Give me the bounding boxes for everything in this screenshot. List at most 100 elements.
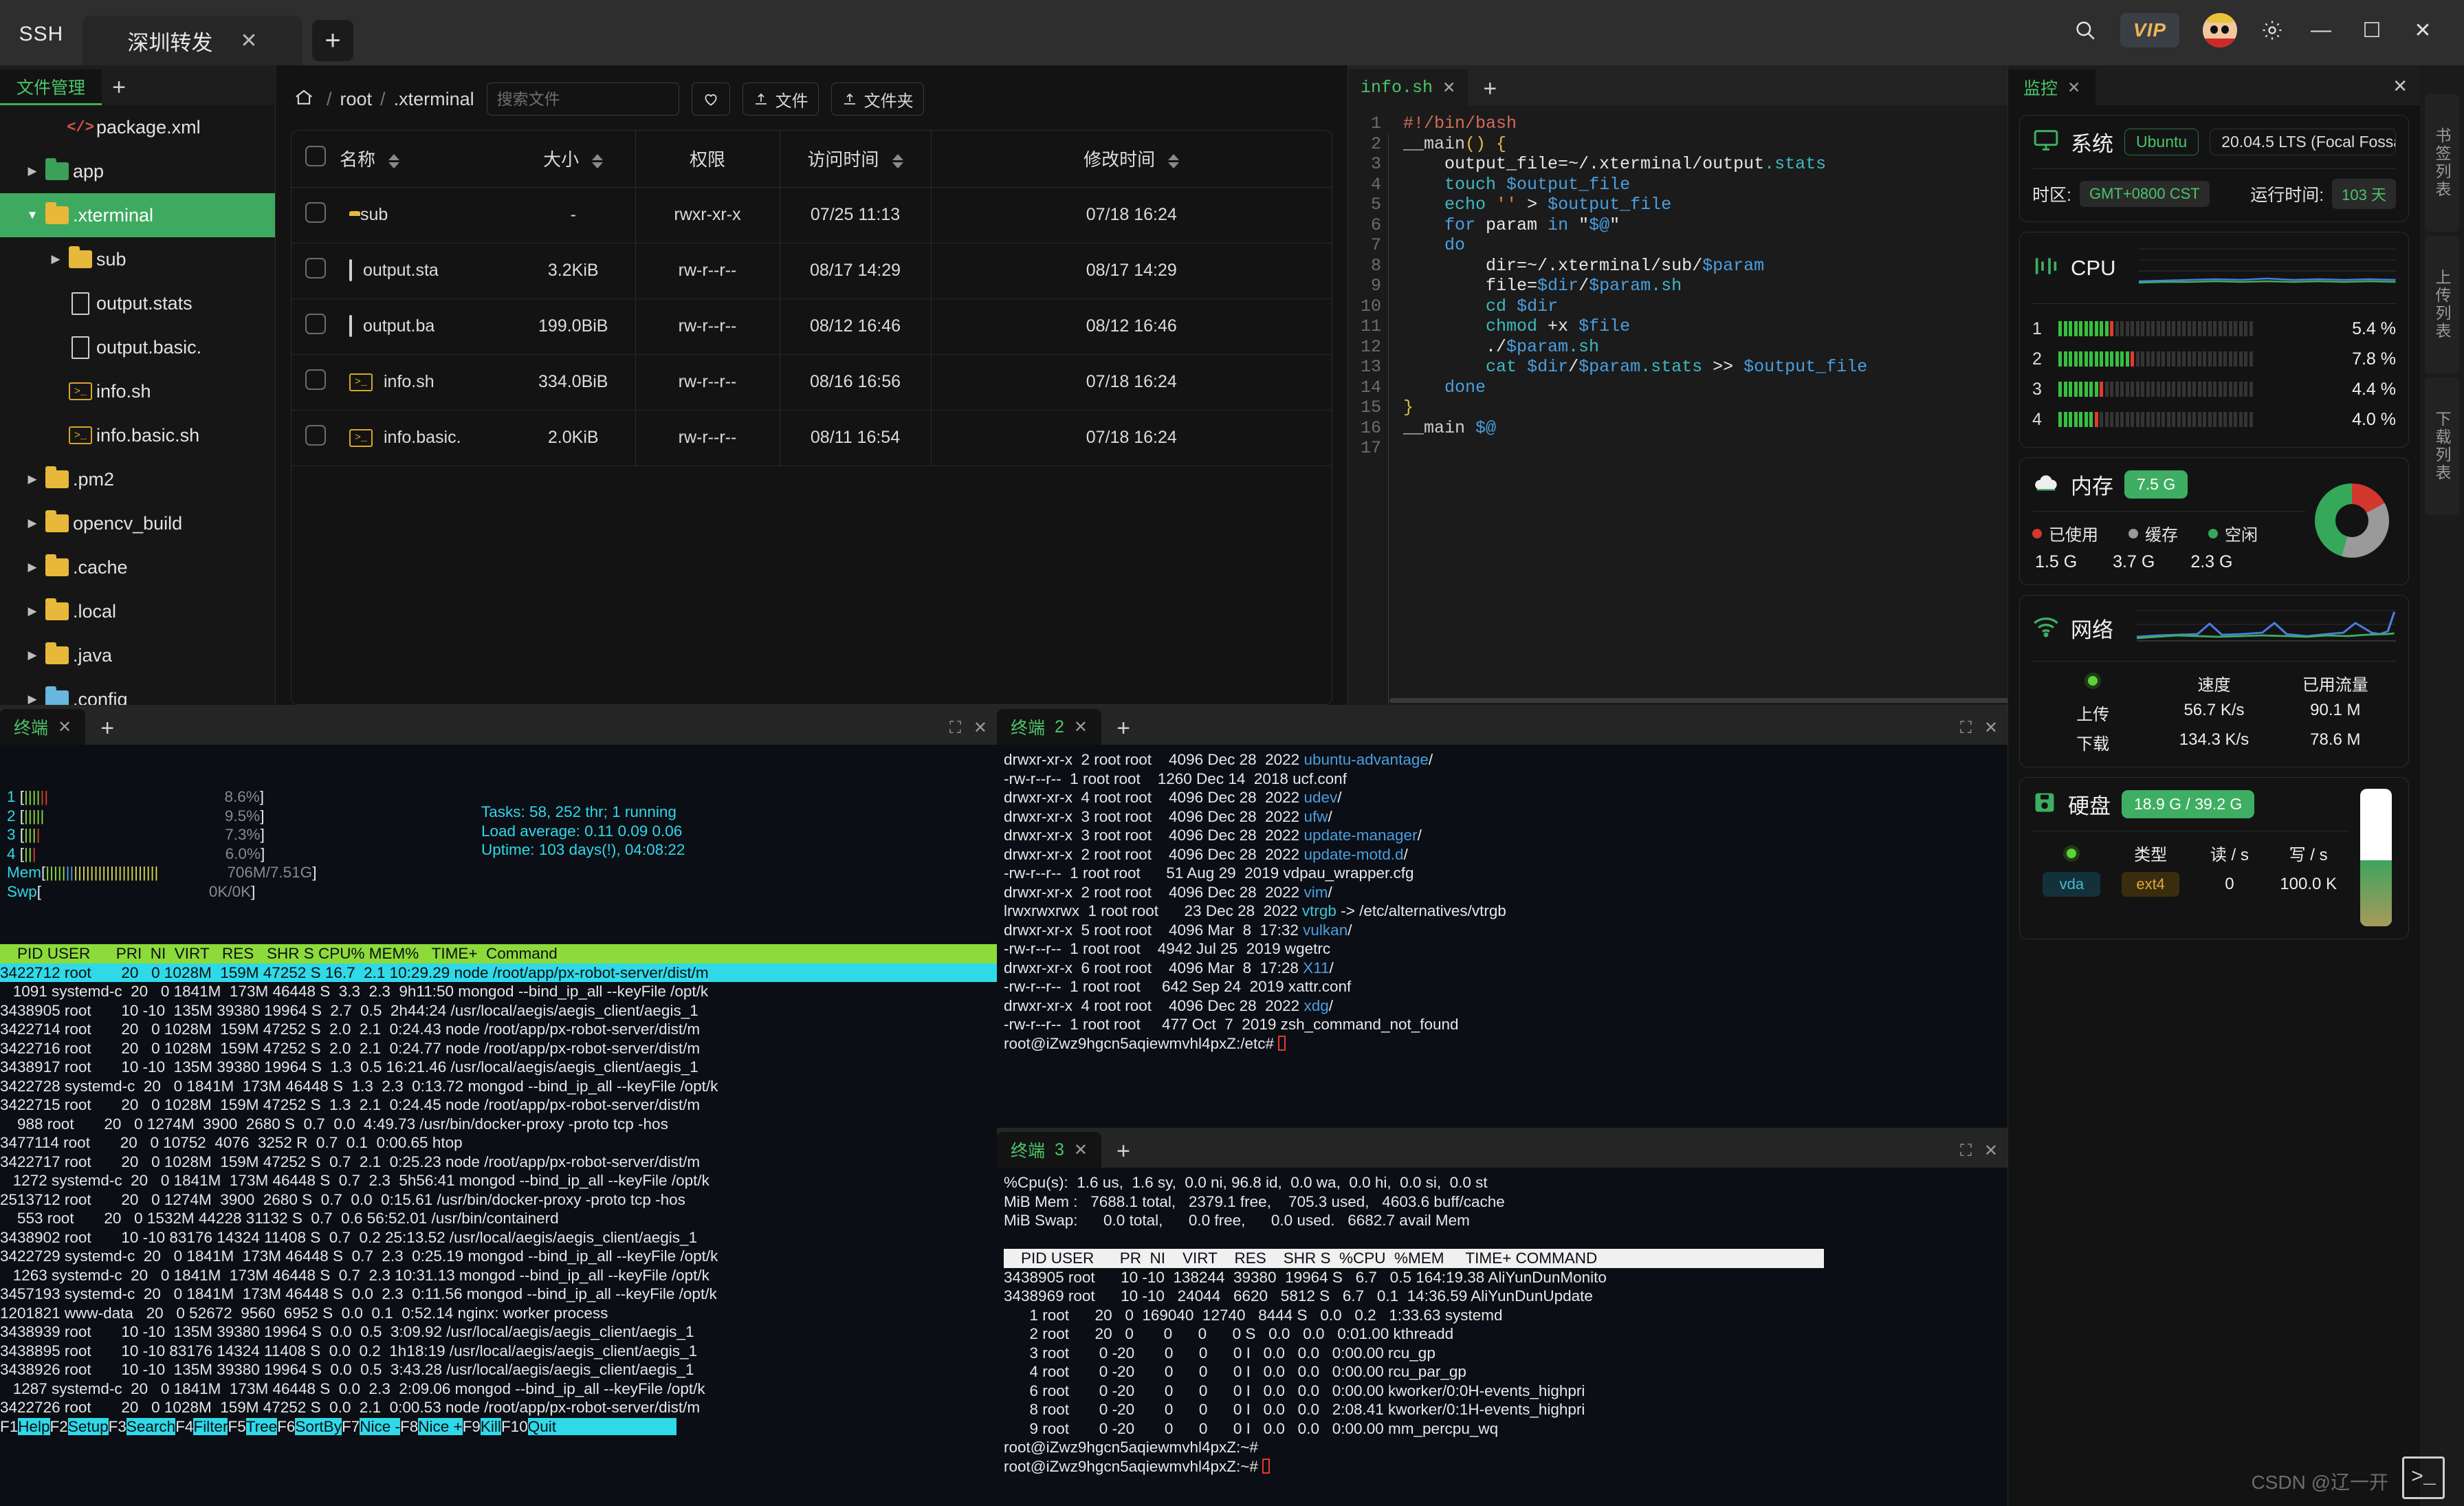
upload-file-button[interactable]: 文件 <box>742 83 819 116</box>
avatar[interactable] <box>2203 13 2237 47</box>
top-new-tab-button[interactable]: + <box>1107 1135 1140 1168</box>
rail-item-downloads[interactable]: 下载列表 <box>2425 378 2459 515</box>
htop-process-row[interactable]: 3477114 root 20 0 10752 4076 3252 R 0.7 … <box>0 1133 997 1153</box>
close-window-button[interactable]: ✕ <box>2409 19 2436 43</box>
htop-process-row[interactable]: 3422714 root 20 0 1028M 159M 47252 S 2.0… <box>0 1020 997 1039</box>
select-all-header[interactable] <box>292 131 340 188</box>
rail-item-uploads[interactable]: 上传列表 <box>2425 236 2459 373</box>
htop-output[interactable]: 1 [|||||| 8.6%] 2 [||||| 9.5%] 3 [|||| 7.3… <box>0 745 997 1506</box>
sort-icon[interactable] <box>388 153 400 168</box>
select-all-checkbox[interactable] <box>305 146 326 167</box>
close-icon[interactable]: ✕ <box>58 717 72 737</box>
chevron-icon[interactable]: ▼ <box>23 208 41 222</box>
column-mtime[interactable]: 修改时间 <box>930 131 1332 188</box>
chevron-icon[interactable]: ▶ <box>23 472 41 486</box>
tree-item-outputstats[interactable]: output.stats <box>0 281 275 325</box>
column-atime[interactable]: 访问时间 <box>779 131 931 188</box>
htop-process-row[interactable]: 3438939 root 10 -10 135M 39380 19964 S 0… <box>0 1322 997 1342</box>
close-icon[interactable]: ✕ <box>974 718 987 738</box>
vip-button[interactable]: VIP <box>2120 13 2179 47</box>
chevron-icon[interactable]: ▶ <box>23 604 41 618</box>
row-checkbox-cell[interactable] <box>292 410 340 466</box>
tree-item-config[interactable]: ▶ .config <box>0 677 275 705</box>
row-checkbox[interactable] <box>305 258 326 279</box>
htop-process-row[interactable]: 1272 systemd-c 20 0 1841M 173M 46448 S 0… <box>0 1171 997 1190</box>
tree-item-sub[interactable]: ▶ sub <box>0 237 275 281</box>
editor-tab-info-sh[interactable]: info.sh ✕ <box>1348 69 1468 105</box>
add-tree-tab-button[interactable]: + <box>102 69 136 105</box>
table-row[interactable]: output.ba 199.0BiB rw-r--r-- 08/12 16:46 08/… <box>292 298 1332 355</box>
tab-terminal-3[interactable]: 终端 3 ✕ <box>997 1132 1102 1168</box>
htop-process-row[interactable]: 3438905 root 10 -10 135M 39380 19964 S 2… <box>0 1001 997 1021</box>
expand-icon[interactable]: ⛶ <box>1960 719 1972 738</box>
close-icon[interactable]: ✕ <box>1984 1141 1998 1161</box>
chevron-icon[interactable]: ▶ <box>23 516 41 530</box>
editor-new-tab-button[interactable]: + <box>1473 72 1506 105</box>
row-checkbox[interactable] <box>305 369 326 390</box>
maximize-button[interactable]: ☐ <box>2358 19 2386 43</box>
htop-process-row[interactable]: 3438902 root 10 -10 83176 14324 11408 S … <box>0 1228 997 1247</box>
tree-item-infobasicsh[interactable]: >_ info.basic.sh <box>0 413 275 457</box>
column-permission[interactable]: 权限 <box>635 131 780 188</box>
close-icon[interactable]: ✕ <box>1074 717 1088 737</box>
htop-process-row[interactable]: 1201821 www-data 20 0 52672 9560 6952 S … <box>0 1304 997 1323</box>
chevron-icon[interactable]: ▶ <box>47 252 65 266</box>
new-tab-button[interactable]: + <box>312 20 353 61</box>
expand-icon[interactable]: ⛶ <box>949 719 961 738</box>
tab-terminal-2[interactable]: 终端 2 ✕ <box>997 709 1102 745</box>
row-checkbox-cell[interactable] <box>292 354 340 411</box>
row-checkbox-cell[interactable] <box>292 243 340 299</box>
top-prompt-2[interactable]: root@iZwz9hgcn5aqiewmvhl4pxZ:~# <box>1004 1457 2008 1476</box>
column-name[interactable]: 名称 <box>340 131 512 188</box>
table-row[interactable]: output.sta 3.2KiB rw-r--r-- 08/17 14:29 08/1… <box>292 243 1332 299</box>
search-files-box[interactable] <box>486 83 701 116</box>
htop-process-row[interactable]: 553 root 20 0 1532M 44228 31132 S 0.7 0.… <box>0 1209 997 1228</box>
table-row[interactable]: >_ info.sh 334.0BiB rw-r--r-- 08/16 16:56 07/… <box>292 354 1332 411</box>
column-size[interactable]: 大小 <box>512 131 635 188</box>
row-checkbox-cell[interactable] <box>292 187 340 243</box>
row-checkbox[interactable] <box>305 425 326 446</box>
breadcrumb-item-xterminal[interactable]: .xterminal <box>394 89 474 110</box>
tree-item-infosh[interactable]: >_ info.sh <box>0 369 275 413</box>
row-checkbox[interactable] <box>305 314 326 334</box>
tree-item-xterminal[interactable]: ▼ .xterminal <box>0 193 275 237</box>
upload-folder-button[interactable]: 文件夹 <box>830 83 924 116</box>
top-output[interactable]: %Cpu(s): 1.6 us, 1.6 sy, 0.0 ni, 96.8 id… <box>997 1168 2008 1506</box>
htop-process-row[interactable]: 1287 systemd-c 20 0 1841M 173M 46448 S 0… <box>0 1379 997 1399</box>
ls-output[interactable]: drwxr-xr-x 2 root root 4096 Dec 28 2022 … <box>997 745 2008 1128</box>
tree-item-outputbasic[interactable]: output.basic. <box>0 325 275 369</box>
htop-process-row[interactable]: 2513712 root 20 0 1274M 3900 2680 S 0.7 … <box>0 1190 997 1210</box>
close-icon[interactable]: ✕ <box>1984 718 1998 738</box>
htop-process-row[interactable]: 3438895 root 10 -10 83176 14324 11408 S … <box>0 1342 997 1361</box>
sort-icon[interactable] <box>1168 153 1180 168</box>
htop-process-row[interactable]: 3438917 root 10 -10 135M 39380 19964 S 1… <box>0 1058 997 1077</box>
table-row[interactable]: sub - rwxr-xr-x 07/25 11:13 07/18 16:24 <box>292 187 1332 243</box>
htop-process-row[interactable]: 3422729 systemd-c 20 0 1841M 173M 46448 … <box>0 1247 997 1266</box>
monitor-close-button[interactable]: ✕ <box>2392 76 2408 97</box>
gear-icon[interactable] <box>2260 19 2284 42</box>
row-name-cell[interactable]: >_ info.basic. <box>340 410 512 466</box>
htop-process-row[interactable]: 3438926 root 10 -10 135M 39380 19964 S 0… <box>0 1360 997 1379</box>
search-icon[interactable] <box>2074 19 2097 42</box>
close-icon[interactable]: ✕ <box>1074 1140 1088 1160</box>
tree-item-app[interactable]: ▶ app <box>0 149 275 193</box>
htop-new-tab-button[interactable]: + <box>91 712 124 745</box>
window-tab[interactable]: 深圳转发 ✕ <box>82 16 302 65</box>
tab-monitor[interactable]: 监控 ✕ <box>2008 69 2096 105</box>
chevron-icon[interactable]: ▶ <box>23 692 41 705</box>
htop-process-row[interactable]: 3422726 root 20 0 1028M 159M 47252 S 0.0… <box>0 1398 997 1417</box>
favorite-button[interactable] <box>691 83 730 116</box>
htop-process-row[interactable]: 1091 systemd-c 20 0 1841M 173M 46448 S 3… <box>0 982 997 1001</box>
htop-process-row[interactable]: 3457193 systemd-c 20 0 1841M 173M 46448 … <box>0 1285 997 1304</box>
rail-item-bookmarks[interactable]: 书签列表 <box>2425 94 2459 232</box>
row-checkbox[interactable] <box>305 202 326 223</box>
htop-process-row[interactable]: 3422717 root 20 0 1028M 159M 47252 S 0.7… <box>0 1153 997 1172</box>
htop-process-row[interactable]: 988 root 20 0 1274M 3900 2680 S 0.7 0.0 … <box>0 1115 997 1134</box>
row-name-cell[interactable]: >_ info.sh <box>340 354 512 411</box>
chevron-icon[interactable]: ▶ <box>23 164 41 178</box>
tree-item-java[interactable]: ▶ .java <box>0 633 275 677</box>
breadcrumb-item-root[interactable]: root <box>340 89 373 110</box>
row-name-cell[interactable]: sub <box>340 187 512 243</box>
tab-file-manager[interactable]: 文件管理 <box>0 69 102 105</box>
home-icon[interactable] <box>294 87 314 111</box>
